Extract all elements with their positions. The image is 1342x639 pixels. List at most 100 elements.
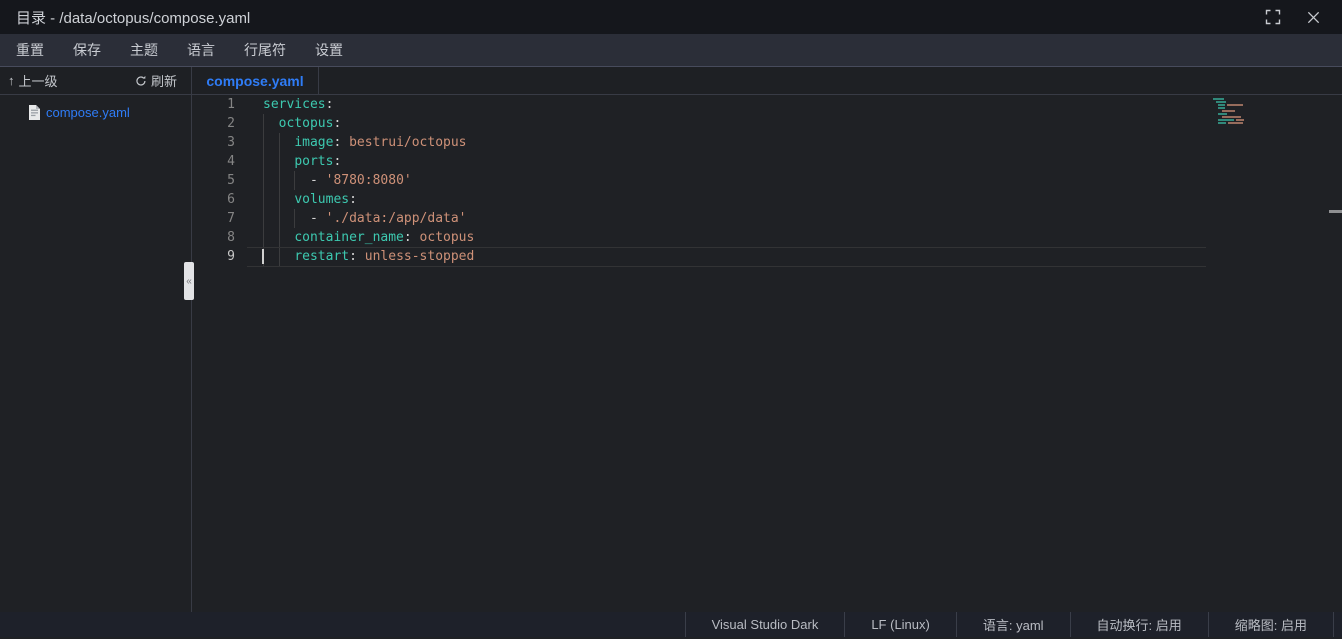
up-arrow-icon: ↑ xyxy=(8,73,15,88)
minimap-row xyxy=(1213,116,1243,118)
code-token: './data:/app/data' xyxy=(326,211,467,226)
minimap-segment xyxy=(1218,104,1225,106)
code-line[interactable]: 5 - '8780:8080' xyxy=(192,171,1342,190)
code-editor[interactable]: 1services:2 octopus:3 image: bestrui/oct… xyxy=(192,95,1342,612)
code-token xyxy=(412,230,420,245)
status-item[interactable]: 缩略图: 启用 xyxy=(1208,612,1333,637)
code-line[interactable]: 4 ports: xyxy=(192,152,1342,171)
code-token xyxy=(263,249,294,264)
line-content: - './data:/app/data' xyxy=(263,209,467,228)
line-content: ports: xyxy=(263,152,341,171)
refresh-button[interactable]: 刷新 xyxy=(135,71,177,90)
line-content: volumes: xyxy=(263,190,357,209)
minimap-row xyxy=(1213,104,1243,106)
file-name: compose.yaml xyxy=(46,105,130,120)
explorer-header: ↑ 上一级 刷新 xyxy=(0,67,192,94)
minimap-segment xyxy=(1218,113,1227,115)
line-number: 1 xyxy=(192,95,263,114)
token-run: container_name: octopus xyxy=(263,230,474,245)
code-line[interactable]: 7 - './data:/app/data' xyxy=(192,209,1342,228)
code-token: : xyxy=(349,249,357,264)
status-item[interactable]: 自动换行: 启用 xyxy=(1070,612,1208,637)
line-number: 7 xyxy=(192,209,263,228)
code-token: : xyxy=(349,192,357,207)
line-number: 2 xyxy=(192,114,263,133)
status-bar: Visual Studio DarkLF (Linux)语言: yaml自动换行… xyxy=(0,612,1342,637)
minimap-segment xyxy=(1218,107,1225,109)
minimap[interactable] xyxy=(1213,98,1243,125)
code-token xyxy=(341,135,349,150)
menu-item[interactable]: 设置 xyxy=(308,36,350,64)
minimap-row xyxy=(1213,119,1243,121)
code-token: octopus xyxy=(279,116,334,131)
line-number: 8 xyxy=(192,228,263,247)
minimap-row xyxy=(1213,101,1243,103)
minimap-segment xyxy=(1222,110,1235,112)
minimap-segment xyxy=(1218,119,1234,121)
tab-compose-yaml[interactable]: compose.yaml xyxy=(192,67,319,94)
line-number: 9 xyxy=(192,247,263,266)
code-token xyxy=(263,154,294,169)
code-line[interactable]: 2 octopus: xyxy=(192,114,1342,133)
code-lines: 1services:2 octopus:3 image: bestrui/oct… xyxy=(192,95,1342,266)
code-token xyxy=(263,135,294,150)
minimap-segment xyxy=(1227,104,1243,106)
minimap-row xyxy=(1213,122,1243,124)
code-token xyxy=(263,211,310,226)
code-line[interactable]: 8 container_name: octopus xyxy=(192,228,1342,247)
code-line[interactable]: 9 restart: unless-stopped xyxy=(192,247,1342,266)
code-line[interactable]: 3 image: bestrui/octopus xyxy=(192,133,1342,152)
line-number: 4 xyxy=(192,152,263,171)
code-token: '8780:8080' xyxy=(326,173,412,188)
status-item[interactable]: LF (Linux) xyxy=(844,612,956,637)
menu-item[interactable]: 保存 xyxy=(66,36,108,64)
close-button[interactable] xyxy=(1304,8,1322,26)
code-token: unless-stopped xyxy=(365,249,475,264)
indent-guide xyxy=(263,247,264,266)
code-token: : xyxy=(333,154,341,169)
line-content: services: xyxy=(263,95,333,114)
code-token: image xyxy=(294,135,333,150)
token-run: - './data:/app/data' xyxy=(263,211,467,226)
title-bar: 目录 - /data/octopus/compose.yaml xyxy=(0,0,1342,34)
fullscreen-button[interactable] xyxy=(1264,8,1282,26)
token-run: image: bestrui/octopus xyxy=(263,135,467,150)
status-item[interactable]: 语言: yaml xyxy=(956,612,1070,637)
status-bar-end-divider xyxy=(1333,612,1342,637)
menu-item[interactable]: 行尾符 xyxy=(237,36,293,64)
file-item[interactable]: compose.yaml xyxy=(0,102,191,123)
code-line[interactable]: 1services: xyxy=(192,95,1342,114)
code-token: : xyxy=(404,230,412,245)
minimap-row xyxy=(1213,110,1243,112)
refresh-icon xyxy=(135,75,147,87)
minimap-segment xyxy=(1213,98,1224,100)
code-token: octopus xyxy=(420,230,475,245)
minimap-row xyxy=(1213,113,1243,115)
status-item[interactable]: Visual Studio Dark xyxy=(685,612,845,637)
header-row: ↑ 上一级 刷新 compose.yaml xyxy=(0,67,1342,95)
line-content: octopus: xyxy=(263,114,341,133)
code-token xyxy=(263,192,294,207)
menu-item[interactable]: 重置 xyxy=(9,36,51,64)
minimap-row xyxy=(1213,107,1243,109)
code-token: services xyxy=(263,97,326,112)
close-icon xyxy=(1306,10,1321,25)
collapse-chevron-icon: « xyxy=(186,276,192,287)
code-token: bestrui/octopus xyxy=(349,135,466,150)
tab-label: compose.yaml xyxy=(206,73,303,89)
code-token xyxy=(357,249,365,264)
token-run: restart: unless-stopped xyxy=(263,249,474,264)
menu-bar: 重置保存主题语言行尾符设置 xyxy=(0,34,1342,67)
code-token: container_name xyxy=(294,230,404,245)
token-run: volumes: xyxy=(263,192,357,207)
minimap-segment xyxy=(1218,122,1226,124)
line-content: container_name: octopus xyxy=(263,228,474,247)
menu-item[interactable]: 语言 xyxy=(180,36,222,64)
up-level-button[interactable]: ↑ 上一级 xyxy=(8,71,58,90)
line-content: - '8780:8080' xyxy=(263,171,412,190)
line-number: 5 xyxy=(192,171,263,190)
code-line[interactable]: 6 volumes: xyxy=(192,190,1342,209)
menu-item[interactable]: 主题 xyxy=(123,36,165,64)
minimap-segment xyxy=(1236,119,1244,121)
sidebar-collapse-handle[interactable]: « xyxy=(184,262,194,300)
